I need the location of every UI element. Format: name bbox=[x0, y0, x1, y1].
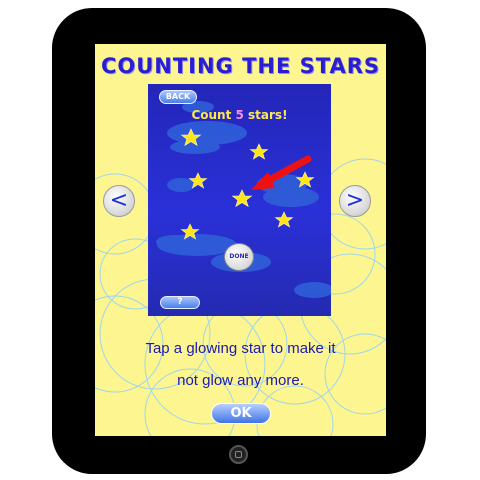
back-button[interactable]: BACK bbox=[159, 90, 197, 104]
star-icon bbox=[231, 189, 253, 208]
page-title: COUNTING THE STARS bbox=[100, 54, 381, 78]
star-icon bbox=[249, 143, 269, 160]
instruction-line-2: not glow any more. bbox=[177, 372, 304, 389]
cloud bbox=[167, 178, 195, 192]
cloud bbox=[263, 187, 319, 207]
chevron-right-icon: > bbox=[345, 188, 365, 213]
chevron-left-icon: < bbox=[109, 188, 129, 213]
prev-button[interactable]: < bbox=[103, 185, 135, 217]
game-preview: BACK Count 5 stars! DONE ? bbox=[148, 84, 331, 316]
next-button[interactable]: > bbox=[339, 185, 371, 217]
prompt-number: 5 bbox=[235, 108, 244, 122]
star-icon bbox=[274, 211, 294, 228]
prompt-prefix: Count bbox=[191, 108, 236, 122]
done-button[interactable]: DONE bbox=[224, 243, 254, 271]
game-prompt: Count 5 stars! bbox=[148, 108, 331, 122]
home-button-icon[interactable] bbox=[229, 445, 248, 464]
help-button[interactable]: ? bbox=[160, 296, 200, 309]
ok-button[interactable]: OK bbox=[211, 403, 271, 424]
prompt-suffix: stars! bbox=[243, 108, 288, 122]
instruction-line-1: Tap a glowing star to make it bbox=[145, 340, 336, 357]
cloud bbox=[294, 282, 331, 298]
